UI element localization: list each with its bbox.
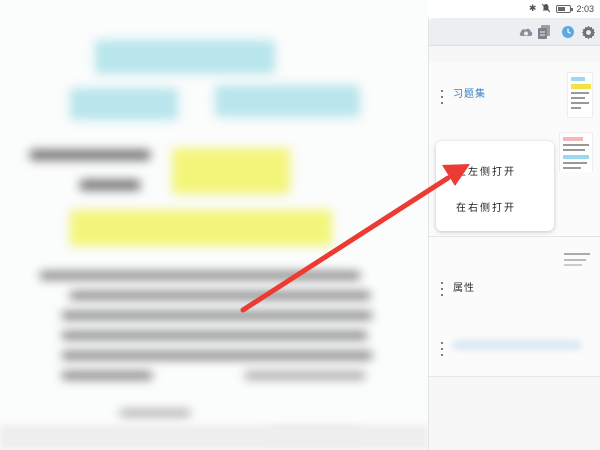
more-options-icon[interactable] [439, 90, 445, 104]
doc-highlight [172, 148, 290, 194]
document-copy-button[interactable] [535, 23, 553, 41]
clock-icon [562, 26, 574, 38]
cloud-sync-icon [519, 28, 533, 36]
context-menu: 在左侧打开 在右侧打开 [436, 141, 554, 231]
doc-text-line [120, 410, 190, 416]
note-title: 属性 [453, 283, 475, 294]
doc-heading-block [70, 88, 178, 120]
doc-heading-block [215, 85, 360, 117]
panel-toolbar [429, 18, 600, 46]
doc-highlight [70, 210, 332, 246]
note-thumbnail [567, 72, 593, 118]
doc-text-line [80, 180, 140, 190]
note-item[interactable] [429, 322, 600, 377]
doc-text-line [70, 292, 370, 299]
doc-footer [0, 425, 428, 450]
settings-button[interactable] [579, 23, 597, 41]
note-title: 习题集 [453, 89, 486, 100]
doc-text-line [30, 150, 150, 160]
doc-text-line [62, 372, 152, 379]
more-options-icon[interactable] [439, 342, 445, 356]
doc-text-line [245, 372, 365, 379]
open-left-menu-item[interactable]: 在左侧打开 [456, 163, 516, 178]
doc-text-line [62, 352, 372, 359]
document-copy-icon [538, 25, 550, 39]
doc-text-line [62, 312, 372, 319]
open-right-menu-item[interactable]: 在右侧打开 [456, 199, 516, 214]
document-view [0, 0, 428, 450]
cloud-sync-button[interactable] [517, 23, 535, 41]
battery-icon [556, 5, 574, 13]
doc-text-line [62, 332, 367, 339]
doc-heading-block [95, 40, 275, 74]
note-preview [453, 340, 581, 350]
more-options-icon[interactable] [439, 282, 445, 296]
notes-panel: 习题集 单点 [428, 18, 600, 450]
note-thumbnail [561, 249, 593, 269]
note-item[interactable]: 属性 [429, 237, 600, 332]
clock-button[interactable] [559, 23, 577, 41]
bluetooth-icon: ✱ [528, 4, 537, 14]
doc-text-line [40, 272, 360, 279]
bell-off-icon [541, 3, 551, 16]
clock-time: 2:03 [576, 4, 594, 14]
status-bar: ✱ 2:03 [428, 0, 600, 18]
gear-icon [581, 25, 595, 39]
